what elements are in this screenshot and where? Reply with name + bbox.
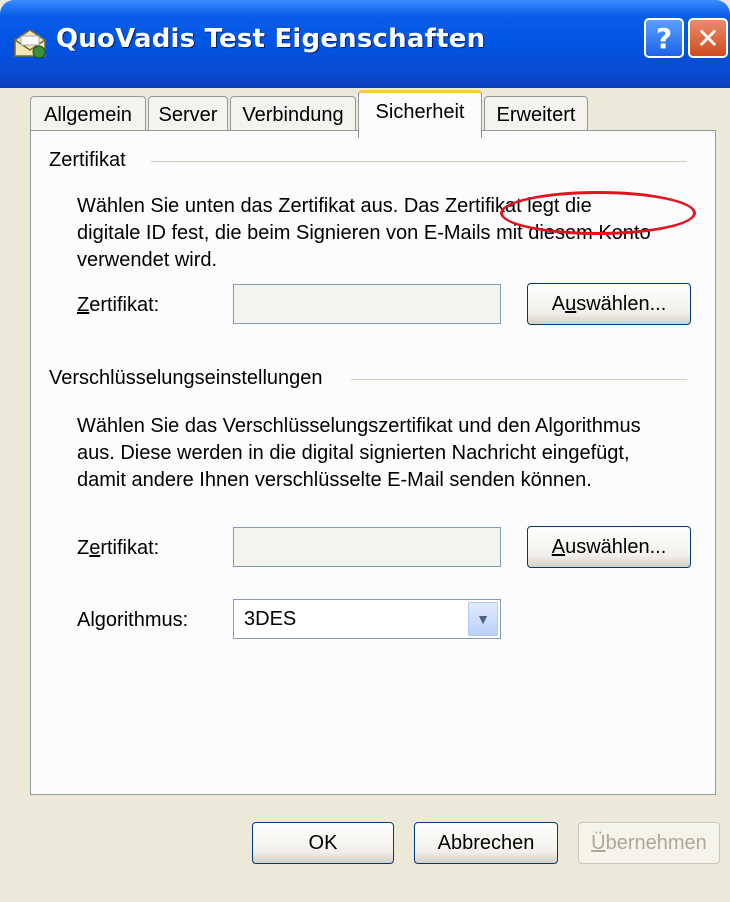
account-properties-icon	[14, 29, 46, 59]
encryption-cert-field[interactable]	[233, 527, 501, 567]
cert-label-text: ertifikat:	[89, 294, 160, 316]
cert-section-title: Zertifikat	[49, 149, 136, 172]
algorithm-select-value: 3DES	[244, 608, 297, 630]
dialog-client-area: Allgemein Server Verbindung Sicherheit E…	[0, 88, 730, 902]
security-tab-panel: Zertifikat Wählen Sie unten das Zertifik…	[30, 130, 716, 795]
cert-button-prefix: A	[551, 293, 566, 315]
title-bar[interactable]: QuoVadis Test Eigenschaften ? ✕	[0, 0, 730, 88]
cert-label: Zertifikat:	[77, 294, 159, 317]
section-divider	[151, 161, 687, 162]
tab-server[interactable]: Server	[148, 96, 228, 132]
encryption-description: Wählen Sie das Verschlüsselungszertifika…	[77, 413, 707, 494]
cert-description-line: digitale ID fest, die beim Signieren von…	[77, 222, 651, 244]
cert-label-mnemonic: Z	[77, 294, 90, 316]
tab-sicherheit[interactable]: Sicherheit	[358, 90, 482, 138]
encryption-description-line: Wählen Sie das Verschlüsselungszertifika…	[77, 415, 641, 437]
encryption-label-prefix: Z	[77, 537, 90, 559]
encryption-description-line: aus. Diese werden in die digital signier…	[77, 442, 630, 464]
apply-button-text: bernehmen	[605, 832, 707, 854]
apply-button[interactable]: Übernehmen	[578, 822, 720, 864]
cert-description: Wählen Sie unten das Zertifikat aus. Das…	[77, 193, 697, 274]
cert-field[interactable]	[233, 284, 501, 324]
encryption-select-button[interactable]: Auswählen...	[527, 526, 691, 568]
encryption-label-mnemonic: e	[89, 537, 101, 559]
chevron-down-icon[interactable]: ▼	[468, 602, 498, 636]
algorithm-label: Algorithmus:	[77, 609, 189, 631]
help-button[interactable]: ?	[644, 18, 684, 58]
encryption-button-mnemonic: A	[551, 536, 566, 558]
encryption-label-text: rtifikat:	[100, 537, 160, 559]
tab-allgemein[interactable]: Allgemein	[30, 96, 146, 132]
encryption-cert-label: Zertifikat:	[77, 537, 159, 560]
cert-button-text: swählen...	[576, 293, 667, 315]
tab-verbindung[interactable]: Verbindung	[230, 96, 356, 132]
cert-description-line: verwendet wird.	[77, 249, 218, 271]
properties-dialog: QuoVadis Test Eigenschaften ? ✕ Allgemei…	[0, 0, 730, 902]
cert-description-line: Wählen Sie unten das Zertifikat aus. Das…	[77, 195, 592, 217]
cert-select-button[interactable]: Auswählen...	[527, 283, 691, 325]
cancel-button[interactable]: Abbrechen	[414, 822, 558, 864]
close-button[interactable]: ✕	[688, 18, 728, 58]
ok-button[interactable]: OK	[252, 822, 394, 864]
encryption-button-text: uswählen...	[565, 536, 667, 558]
apply-button-mnemonic: Ü	[591, 832, 606, 854]
window-title: QuoVadis Test Eigenschaften	[56, 24, 486, 54]
section-divider	[351, 379, 687, 380]
encryption-section-title: Verschlüsselungseinstellungen	[49, 367, 333, 390]
encryption-description-line: damit andere Ihnen verschlüsselte E-Mail…	[77, 469, 592, 491]
algorithm-select[interactable]: 3DES ▼	[233, 599, 501, 639]
cert-button-mnemonic: u	[565, 293, 577, 315]
tab-erweitert[interactable]: Erweitert	[484, 96, 588, 132]
